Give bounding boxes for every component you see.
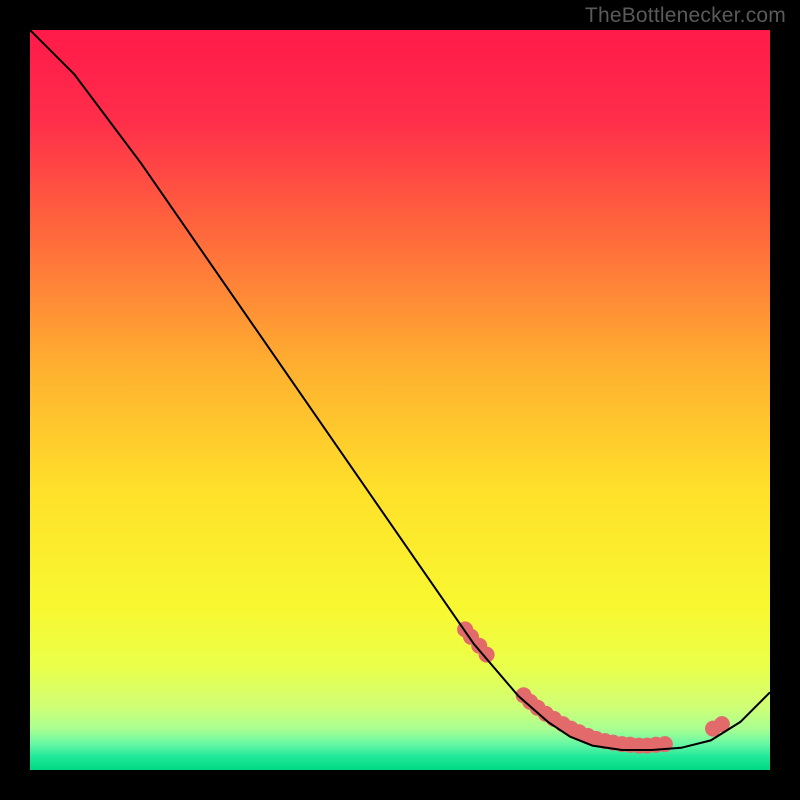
marker-dots xyxy=(457,621,730,753)
chart-stage: TheBottlenecker.com xyxy=(0,0,800,800)
watermark-text: TheBottlenecker.com xyxy=(585,4,786,28)
curve-layer xyxy=(30,30,770,770)
bottleneck-curve xyxy=(30,30,770,750)
plot-area xyxy=(30,30,770,770)
